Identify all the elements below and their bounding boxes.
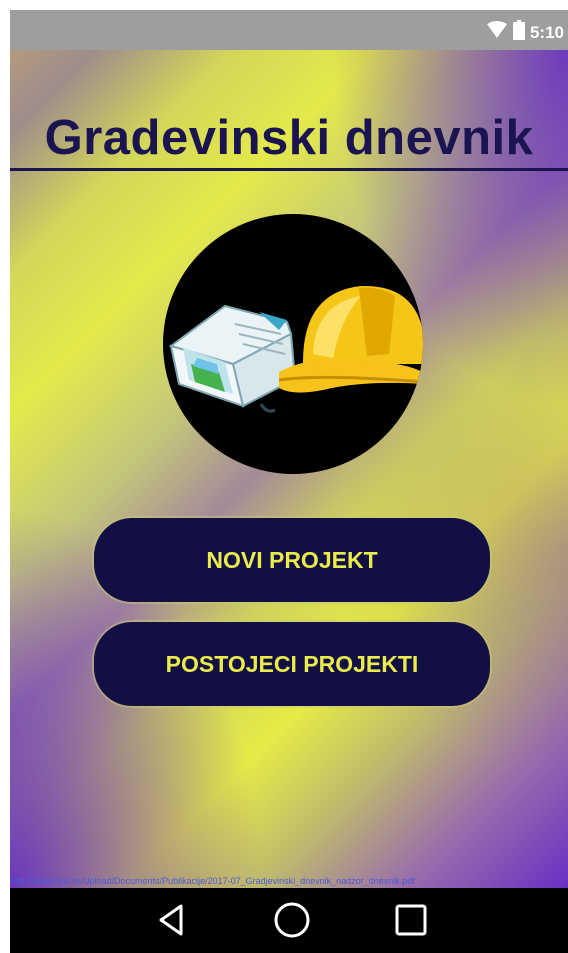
app-logo (163, 214, 423, 474)
existing-projects-button[interactable]: POSTOJECI PROJEKTI (94, 622, 490, 706)
book-icon (168, 304, 297, 413)
status-icons: 5:10 (486, 20, 564, 45)
new-project-button[interactable]: NOVI PROJEKT (94, 518, 490, 602)
status-bar: 5:10 (10, 10, 568, 50)
wifi-icon (486, 21, 508, 44)
battery-icon (512, 20, 525, 45)
status-time: 5:10 (529, 22, 564, 42)
source-link[interactable]: http://www.hkis.hr/Upload/Documents/Publ… (10, 876, 568, 886)
title-divider (10, 168, 568, 171)
navigation-bar (10, 888, 568, 953)
hardhat-icon (278, 285, 423, 393)
app-main: Gradevinski dnevnik NOVI PROJEKT POSTOJE… (10, 50, 568, 888)
app-title: Gradevinski dnevnik (44, 111, 534, 165)
recent-apps-icon[interactable] (391, 900, 431, 940)
back-icon[interactable] (153, 900, 193, 940)
phone-screen: 5:10 Gradevinski dnevnik NOVI PROJEKT PO… (10, 10, 568, 953)
home-icon[interactable] (272, 900, 312, 940)
